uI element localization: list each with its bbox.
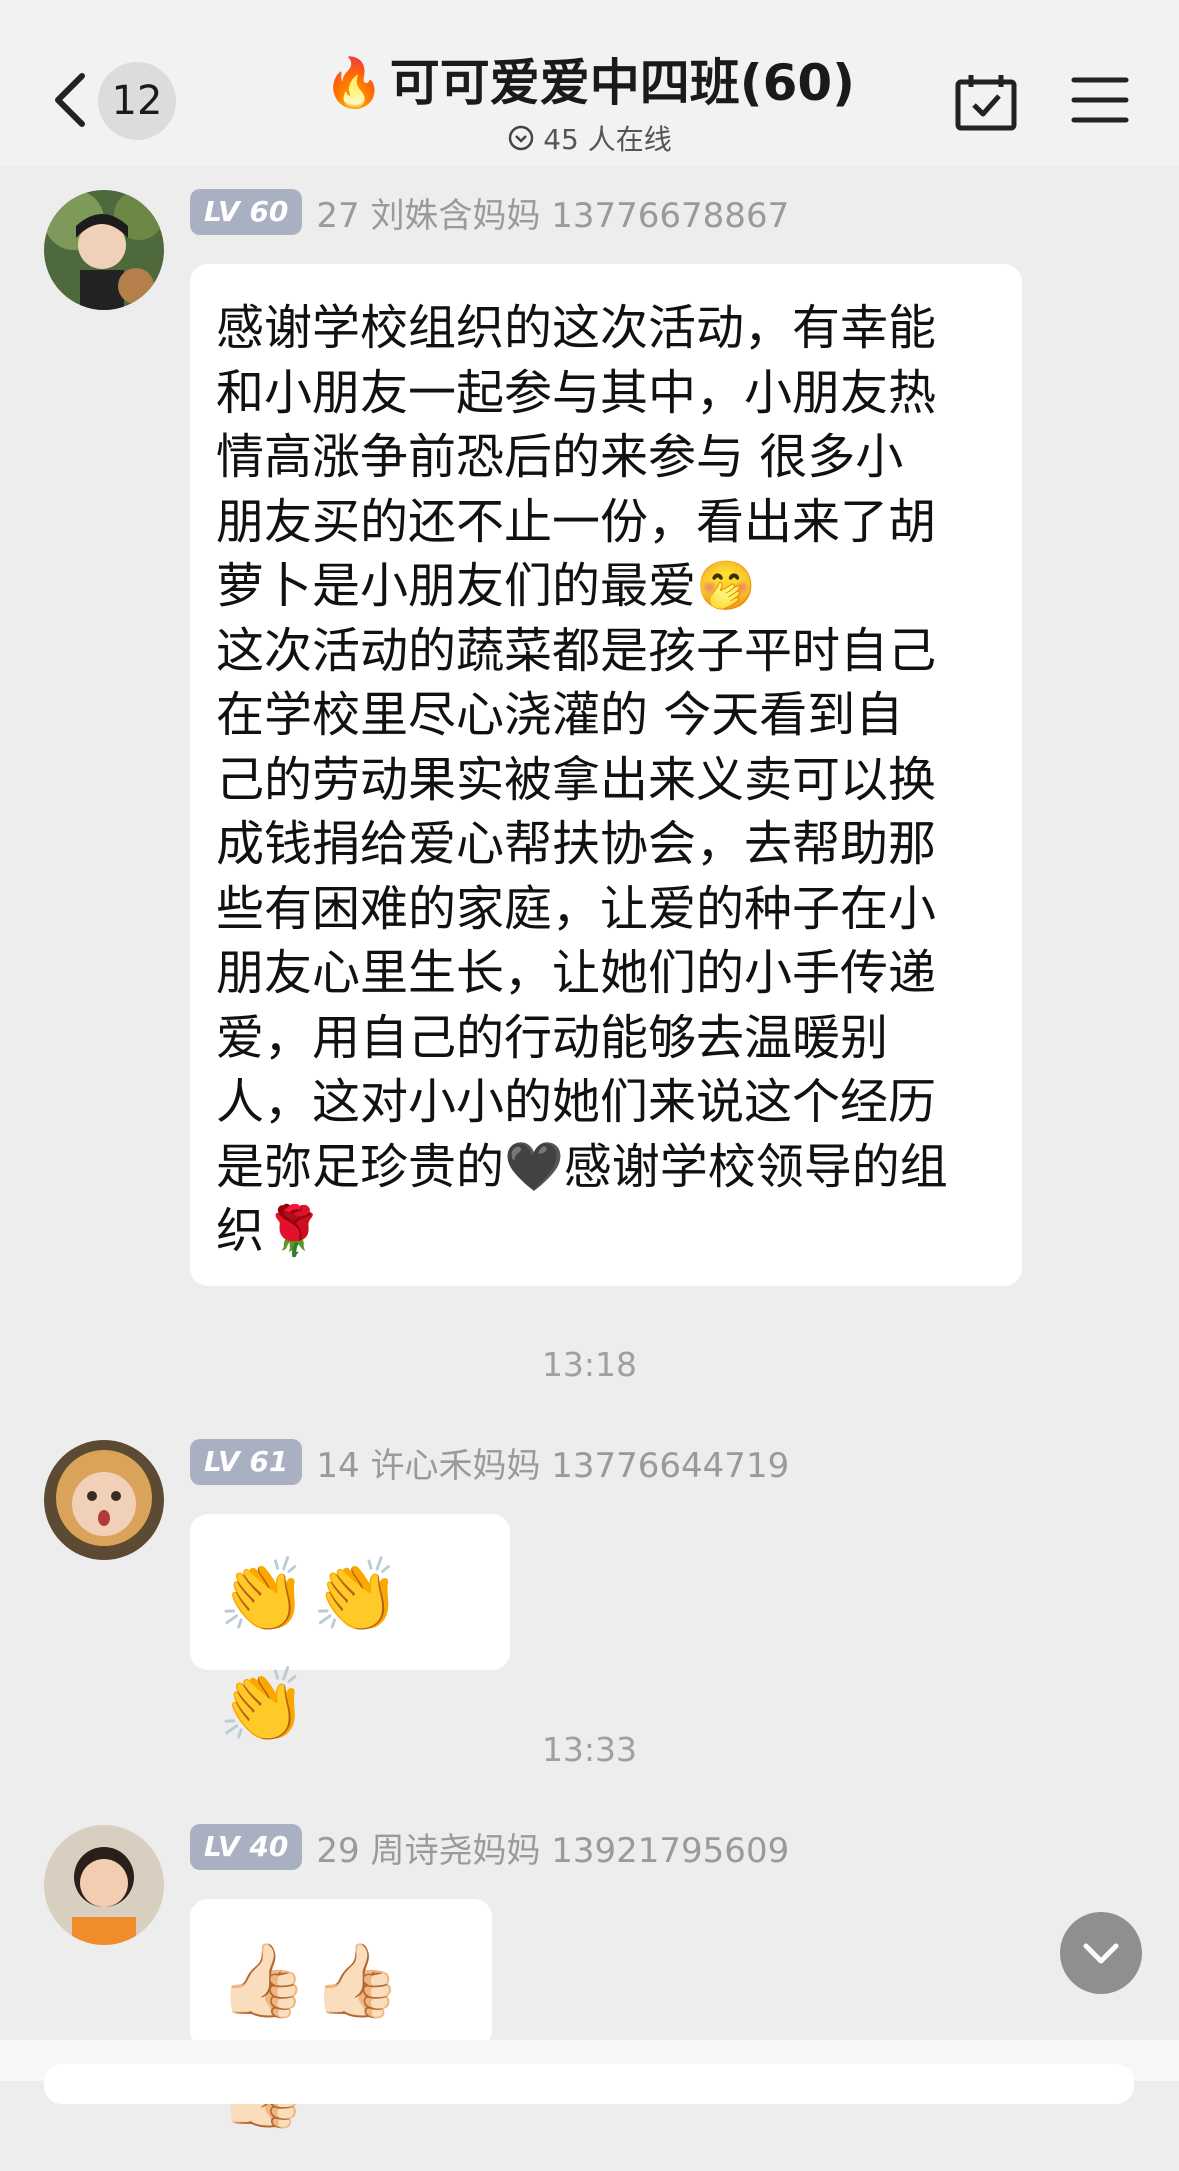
child-photo-avatar [44, 1440, 164, 1560]
person-photo-avatar [44, 1825, 164, 1945]
sender-meta: LV 61 14 许心禾妈妈 13776644719 [190, 1438, 789, 1486]
message-bubble[interactable]: 👍🏻👍🏻👍🏻 [190, 1899, 492, 2132]
timestamp: 13:33 [541, 1730, 638, 1769]
chat-header: 12 🔥 可可爱爱中四班(60) 45 人在线 [0, 0, 1179, 166]
group-title-row: 🔥 可可爱爱中四班(60) [324, 50, 855, 116]
level-badge: LV 61 [190, 1439, 303, 1485]
child-photo-avatar [44, 190, 164, 310]
avatar[interactable] [44, 190, 164, 310]
calendar-check-icon[interactable] [955, 72, 1017, 132]
message-input[interactable] [44, 2064, 1134, 2104]
chevron-down-icon [1083, 1943, 1119, 1964]
message-bubble[interactable]: 👏👏👏 [190, 1514, 510, 1747]
level-badge: LV 60 [190, 189, 303, 235]
online-circle-icon [508, 125, 534, 151]
avatar[interactable] [44, 1825, 164, 1945]
sender-meta: LV 60 27 刘姝含妈妈 13776678867 [190, 188, 789, 236]
message-bubble[interactable]: 感谢学校组织的这次活动，有幸能 和小朋友一起参与其中，小朋友热 情高涨争前恐后的… [190, 264, 1022, 1286]
timestamp: 13:18 [541, 1345, 638, 1384]
sender-name[interactable]: 27 刘姝含妈妈 13776678867 [316, 188, 789, 237]
sender-name[interactable]: 29 周诗尧妈妈 13921795609 [316, 1823, 789, 1872]
group-title: 可可爱爱中四班(60) [389, 54, 856, 112]
message-text: 感谢学校组织的这次活动，有幸能 和小朋友一起参与其中，小朋友热 情高涨争前恐后的… [216, 300, 948, 1259]
scroll-to-bottom-button[interactable] [1060, 1912, 1142, 1994]
fire-icon: 🔥 [323, 55, 384, 111]
sender-meta: LV 40 29 周诗尧妈妈 13921795609 [190, 1823, 789, 1871]
online-count-label: 45 人在线 [543, 123, 672, 156]
online-status[interactable]: 45 人在线 [507, 118, 672, 158]
sender-name[interactable]: 14 许心禾妈妈 13776644719 [316, 1438, 789, 1487]
menu-icon[interactable] [1070, 74, 1130, 126]
level-badge: LV 40 [190, 1824, 303, 1870]
avatar[interactable] [44, 1440, 164, 1560]
message-emoji: 👍🏻👍🏻👍🏻 [218, 1938, 406, 2132]
